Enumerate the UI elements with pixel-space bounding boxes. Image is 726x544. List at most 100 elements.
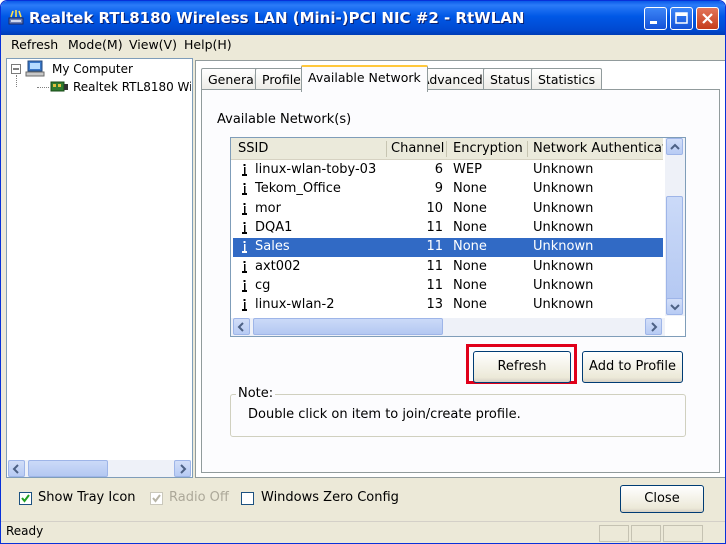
scroll-thumb[interactable]	[666, 196, 683, 302]
column-channel[interactable]: Channel	[391, 141, 446, 156]
tab-label: General	[208, 72, 258, 87]
minimize-button[interactable]	[644, 7, 667, 30]
network-encryption-cell: None	[453, 219, 487, 235]
list-vertical-scrollbar[interactable]	[665, 138, 685, 316]
menu-bar: Refresh Mode(M) View(V) Help(H)	[1, 35, 725, 55]
network-row[interactable]: linux-wlan-toby-03 6 WEP Unknown	[233, 161, 663, 180]
maximize-button[interactable]	[670, 7, 693, 30]
network-channel-cell: 11	[426, 258, 443, 274]
network-channel-cell: 10	[426, 200, 443, 216]
column-separator	[527, 141, 528, 157]
tab-label: Profile	[262, 72, 301, 87]
wireless-app-icon	[8, 10, 24, 25]
scroll-thumb[interactable]	[253, 318, 443, 335]
network-auth-cell: Unknown	[533, 181, 594, 197]
access-point-icon	[242, 221, 247, 234]
close-window-button[interactable]	[696, 7, 719, 30]
collapse-icon[interactable]	[11, 64, 22, 75]
scroll-left-button[interactable]	[8, 460, 25, 477]
network-auth-cell: Unknown	[533, 297, 594, 313]
access-point-icon	[242, 279, 247, 292]
network-row[interactable]: cg 11 None Unknown	[233, 277, 663, 296]
chevron-left-icon	[237, 322, 244, 332]
network-encryption-cell: None	[453, 297, 487, 313]
column-ssid[interactable]: SSID	[238, 141, 378, 156]
scroll-right-button[interactable]	[174, 460, 191, 477]
column-separator	[446, 141, 447, 157]
tab-label: Available Network	[308, 70, 421, 85]
close-button[interactable]: Close	[620, 485, 704, 513]
tab-label: Status	[490, 72, 530, 87]
network-ssid-cell: linux-wlan-2	[255, 297, 335, 313]
main-window: Realtek RTL8180 Wireless LAN (Mini-)PCI …	[0, 0, 726, 544]
network-encryption-cell: None	[453, 200, 487, 216]
tree-horizontal-scrollbar[interactable]	[8, 460, 191, 477]
network-list[interactable]: SSID Channel Encryption Network Authenti…	[230, 137, 686, 337]
refresh-button[interactable]: Refresh	[473, 351, 571, 383]
list-header: SSID Channel Encryption Network Authenti…	[231, 138, 663, 160]
maximize-icon	[675, 12, 688, 24]
add-to-profile-button[interactable]: Add to Profile	[582, 351, 683, 383]
scroll-thumb[interactable]	[28, 460, 108, 477]
show-tray-icon-checkbox[interactable]	[19, 492, 32, 505]
tab-statistics[interactable]: Statistics	[531, 68, 603, 90]
minimize-icon	[650, 21, 657, 24]
network-card-icon	[50, 81, 68, 92]
tree-line	[37, 87, 49, 88]
network-ssid-cell: mor	[255, 200, 281, 216]
note-title: Note:	[236, 386, 276, 401]
network-row[interactable]: DQA1 11 None Unknown	[233, 219, 663, 238]
tab-profile[interactable]: Profile	[255, 68, 308, 90]
status-panel	[631, 525, 661, 542]
access-point-icon	[242, 299, 247, 312]
network-auth-cell: Unknown	[533, 219, 594, 235]
close-icon	[702, 13, 713, 24]
network-row[interactable]: Tekom_Office 9 None Unknown	[233, 180, 663, 199]
status-bar: Ready	[1, 521, 725, 543]
scroll-down-button[interactable]	[666, 298, 683, 315]
network-ssid-cell: linux-wlan-toby-03	[255, 162, 377, 177]
network-row[interactable]: Sales 11 None Unknown	[233, 238, 663, 258]
device-tree[interactable]: My Computer Realtek RTL8180 Wireless LAN…	[6, 58, 193, 478]
chevron-right-icon	[180, 464, 187, 474]
scroll-up-button[interactable]	[666, 138, 683, 155]
status-panel	[663, 525, 703, 542]
note-text: Double click on item to join/create prof…	[248, 407, 521, 422]
status-text: Ready	[6, 524, 44, 538]
show-tray-icon-label: Show Tray Icon	[38, 490, 136, 505]
menu-view[interactable]: View(V)	[129, 37, 177, 52]
scroll-left-button[interactable]	[233, 318, 250, 335]
network-encryption-cell: None	[453, 181, 487, 197]
menu-mode[interactable]: Mode(M)	[68, 37, 123, 52]
network-channel-cell: 6	[434, 162, 443, 177]
network-ssid-cell: DQA1	[255, 219, 293, 235]
network-row[interactable]: axt002 11 None Unknown	[233, 258, 663, 277]
column-encryption[interactable]: Encryption	[453, 141, 527, 156]
chevron-left-icon	[12, 464, 19, 474]
computer-icon	[25, 60, 45, 77]
windows-zero-config-checkbox[interactable]	[241, 492, 254, 505]
network-channel-cell: 11	[426, 277, 443, 293]
network-row[interactable]: linux-wlan-2 13 None Unknown	[233, 296, 663, 315]
network-row[interactable]: mor 10 None Unknown	[233, 200, 663, 219]
network-channel-cell: 9	[434, 181, 443, 197]
network-auth-cell: Unknown	[533, 239, 594, 255]
network-encryption-cell: WEP	[453, 162, 482, 177]
tree-item-realtek-nic[interactable]: Realtek RTL8180 Wireless LAN (Mini-)PCI …	[73, 80, 191, 94]
scroll-right-button[interactable]	[645, 318, 662, 335]
tree-item-my-computer[interactable]: My Computer	[52, 62, 133, 76]
chevron-right-icon	[651, 322, 658, 332]
list-horizontal-scrollbar[interactable]	[231, 318, 665, 336]
access-point-icon	[242, 241, 247, 254]
column-separator	[386, 141, 387, 157]
tab-label: Statistics	[538, 72, 596, 87]
network-channel-cell: 11	[426, 219, 443, 235]
column-network-authentication[interactable]: Network Authentication	[533, 141, 663, 156]
title-bar[interactable]: Realtek RTL8180 Wireless LAN (Mini-)PCI …	[1, 1, 725, 35]
menu-help[interactable]: Help(H)	[184, 37, 232, 52]
tab-available-network[interactable]: Available Network	[301, 65, 428, 92]
network-encryption-cell: None	[453, 258, 487, 274]
window-title: Realtek RTL8180 Wireless LAN (Mini-)PCI …	[29, 9, 525, 27]
menu-refresh[interactable]: Refresh	[11, 37, 58, 52]
tab-status[interactable]: Status	[483, 68, 537, 90]
